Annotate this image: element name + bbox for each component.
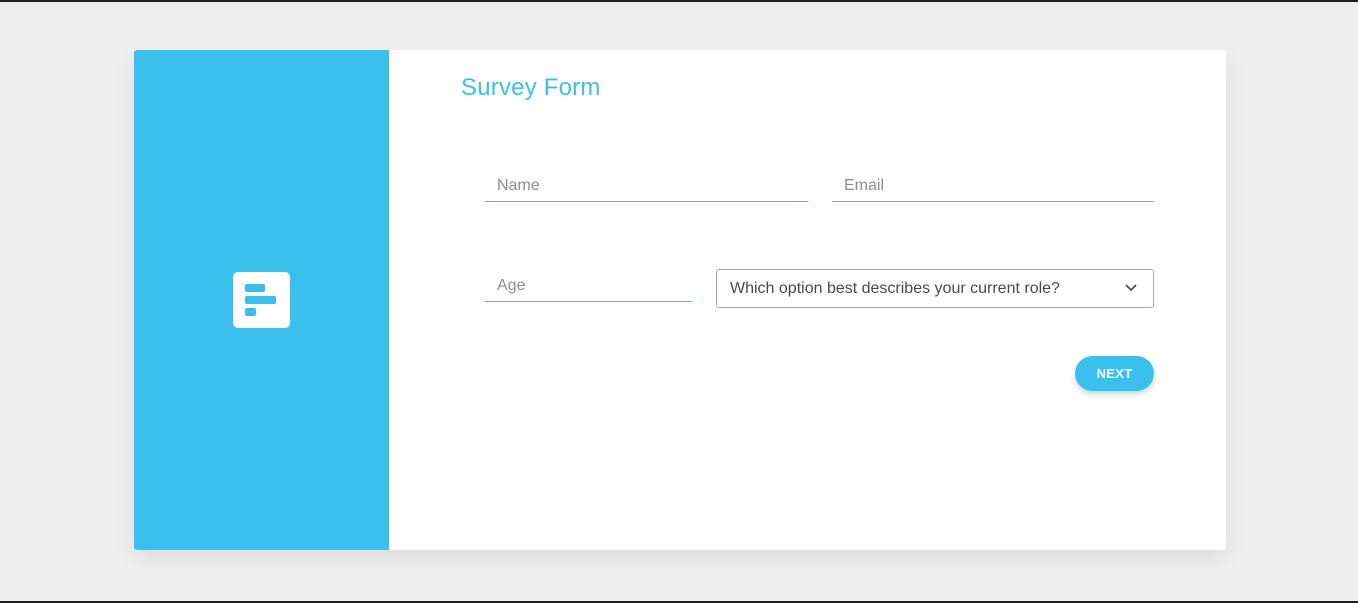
- name-input[interactable]: [485, 170, 808, 202]
- chevron-down-icon: [1125, 284, 1137, 292]
- age-input[interactable]: [485, 270, 692, 302]
- page-title: Survey Form: [461, 74, 601, 101]
- next-button[interactable]: NEXT: [1075, 356, 1154, 391]
- logo-bar: [245, 296, 276, 304]
- logo-bar: [245, 284, 265, 292]
- logo-bar: [245, 308, 256, 316]
- side-panel: [134, 50, 389, 550]
- role-select[interactable]: Which option best describes your current…: [716, 269, 1154, 308]
- role-select-value: Which option best describes your current…: [730, 280, 1060, 297]
- survey-form-icon: [233, 272, 290, 328]
- email-input[interactable]: [832, 170, 1154, 202]
- survey-card: Survey Form Which option best describes …: [134, 50, 1226, 550]
